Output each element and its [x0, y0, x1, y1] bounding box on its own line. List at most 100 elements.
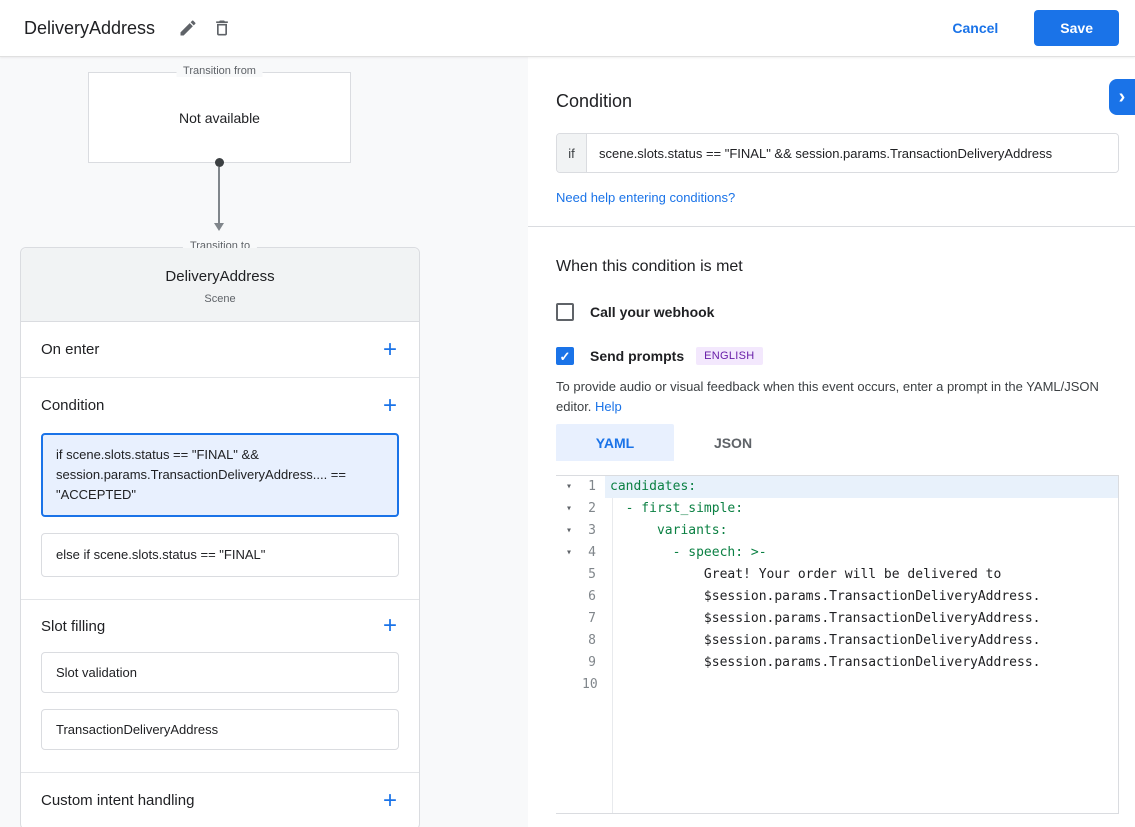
condition-expression-input[interactable]	[587, 134, 1118, 172]
line-number: 10	[582, 674, 604, 696]
transition-from-box: Transition from Not available	[88, 72, 351, 163]
section-slot-filling: Slot filling + Slot validation Transacti…	[21, 600, 419, 773]
prompt-description: To provide audio or visual feedback when…	[556, 377, 1119, 417]
scene-graph-panel: Transition from Not available Transition…	[0, 57, 528, 827]
code-text: candidates:	[605, 476, 1118, 498]
editor-tabs: YAML JSON	[556, 424, 1119, 461]
fold-toggle-icon[interactable]: ▾	[556, 542, 582, 564]
transition-from-value: Not available	[179, 110, 260, 126]
trash-icon	[212, 18, 232, 38]
send-prompts-row: ✓ Send prompts ENGLISH	[556, 347, 1119, 365]
pencil-icon	[178, 18, 198, 38]
fold-toggle-icon[interactable]: ▾	[556, 520, 582, 542]
code-text: $session.params.TransactionDeliveryAddre…	[605, 652, 1118, 674]
panel-divider	[528, 226, 1135, 227]
line-number: 5	[582, 564, 604, 586]
webhook-checkbox[interactable]: ✓	[556, 303, 574, 321]
webhook-row: ✓ Call your webhook	[556, 303, 1119, 321]
add-custom-intent-button[interactable]: +	[381, 789, 399, 813]
transition-from-label: Transition from	[176, 65, 263, 77]
add-slot-button[interactable]: +	[381, 614, 399, 638]
chevron-right-icon: ›	[1119, 86, 1126, 109]
connector-line	[218, 167, 220, 223]
custom-intent-row: Custom intent handling +	[21, 773, 419, 827]
section-condition: Condition + if scene.slots.status == "FI…	[21, 378, 419, 600]
conditions-help-link[interactable]: Need help entering conditions?	[556, 190, 735, 205]
code-text: variants:	[605, 520, 1118, 542]
condition-card[interactable]: if scene.slots.status == "FINAL" && sess…	[41, 433, 399, 517]
main-content: Transition from Not available Transition…	[0, 57, 1135, 827]
fold-spacer	[556, 630, 582, 652]
scene-type: Scene	[37, 293, 403, 305]
code-line[interactable]: 7 $session.params.TransactionDeliveryAdd…	[556, 608, 1118, 630]
top-bar: DeliveryAddress Cancel Save	[0, 0, 1135, 57]
code-text: $session.params.TransactionDeliveryAddre…	[605, 586, 1118, 608]
code-text	[605, 674, 1118, 696]
code-line[interactable]: 10	[556, 674, 1118, 696]
scene-card-header[interactable]: DeliveryAddress Scene	[21, 248, 419, 322]
send-prompts-label: Send prompts	[590, 348, 684, 364]
code-text: $session.params.TransactionDeliveryAddre…	[605, 630, 1118, 652]
connector-dot-icon	[215, 158, 224, 167]
line-number: 2	[582, 498, 604, 520]
help-link[interactable]: Help	[595, 399, 622, 414]
edit-title-button[interactable]	[171, 11, 205, 45]
line-number: 4	[582, 542, 604, 564]
code-line[interactable]: 8 $session.params.TransactionDeliveryAdd…	[556, 630, 1118, 652]
tab-json[interactable]: JSON	[674, 424, 792, 461]
condition-met-heading: When this condition is met	[556, 258, 1119, 276]
scene-name: DeliveryAddress	[37, 268, 403, 285]
transition-connector	[205, 158, 233, 231]
scene-card: Transition to DeliveryAddress Scene On e…	[20, 247, 420, 827]
code-text: Great! Your order will be delivered to	[605, 564, 1118, 586]
condition-heading: Condition	[556, 91, 1119, 112]
condition-card[interactable]: else if scene.slots.status == "FINAL"	[41, 533, 399, 577]
line-number: 6	[582, 586, 604, 608]
language-badge: ENGLISH	[696, 347, 762, 365]
fold-spacer	[556, 564, 582, 586]
code-lines: ▾1candidates:▾2 - first_simple:▾3 varian…	[556, 476, 1118, 696]
code-line[interactable]: ▾3 variants:	[556, 520, 1118, 542]
on-enter-row: On enter +	[21, 322, 419, 377]
collapse-panel-button[interactable]: ›	[1109, 79, 1135, 115]
condition-section-label: Condition	[41, 397, 104, 414]
section-on-enter: On enter +	[21, 322, 419, 378]
send-prompts-checkbox[interactable]: ✓	[556, 347, 574, 365]
code-text: - speech: >-	[605, 542, 1118, 564]
code-line[interactable]: 6 $session.params.TransactionDeliveryAdd…	[556, 586, 1118, 608]
line-number: 8	[582, 630, 604, 652]
delete-scene-button[interactable]	[205, 11, 239, 45]
page-title: DeliveryAddress	[24, 18, 155, 39]
slot-filling-label: Slot filling	[41, 618, 105, 635]
fold-toggle-icon[interactable]: ▾	[556, 476, 582, 498]
cancel-button[interactable]: Cancel	[952, 20, 998, 36]
add-on-enter-button[interactable]: +	[381, 338, 399, 362]
condition-row: Condition +	[21, 378, 419, 433]
slot-card[interactable]: TransactionDeliveryAddress	[41, 709, 399, 750]
fold-toggle-icon[interactable]: ▾	[556, 498, 582, 520]
condition-expression-row: if	[556, 133, 1119, 173]
prompt-description-text: To provide audio or visual feedback when…	[556, 379, 1099, 414]
custom-intent-label: Custom intent handling	[41, 792, 194, 809]
code-line[interactable]: ▾1candidates:	[556, 476, 1118, 498]
yaml-editor[interactable]: ▾1candidates:▾2 - first_simple:▾3 varian…	[556, 475, 1119, 814]
code-text: $session.params.TransactionDeliveryAddre…	[605, 608, 1118, 630]
code-line[interactable]: 9 $session.params.TransactionDeliveryAdd…	[556, 652, 1118, 674]
fold-spacer	[556, 608, 582, 630]
line-number: 3	[582, 520, 604, 542]
fold-spacer	[556, 652, 582, 674]
code-line[interactable]: 5 Great! Your order will be delivered to	[556, 564, 1118, 586]
line-number: 7	[582, 608, 604, 630]
code-line[interactable]: ▾2 - first_simple:	[556, 498, 1118, 520]
section-custom-intent: Custom intent handling +	[21, 773, 419, 827]
line-number: 9	[582, 652, 604, 674]
condition-detail-panel: › Condition if Need help entering condit…	[528, 57, 1135, 827]
save-button[interactable]: Save	[1034, 10, 1119, 46]
code-line[interactable]: ▾4 - speech: >-	[556, 542, 1118, 564]
fold-spacer	[556, 674, 582, 696]
slot-card[interactable]: Slot validation	[41, 652, 399, 693]
check-icon: ✓	[560, 350, 571, 363]
add-condition-button[interactable]: +	[381, 394, 399, 418]
line-number: 1	[582, 476, 604, 498]
tab-yaml[interactable]: YAML	[556, 424, 674, 461]
